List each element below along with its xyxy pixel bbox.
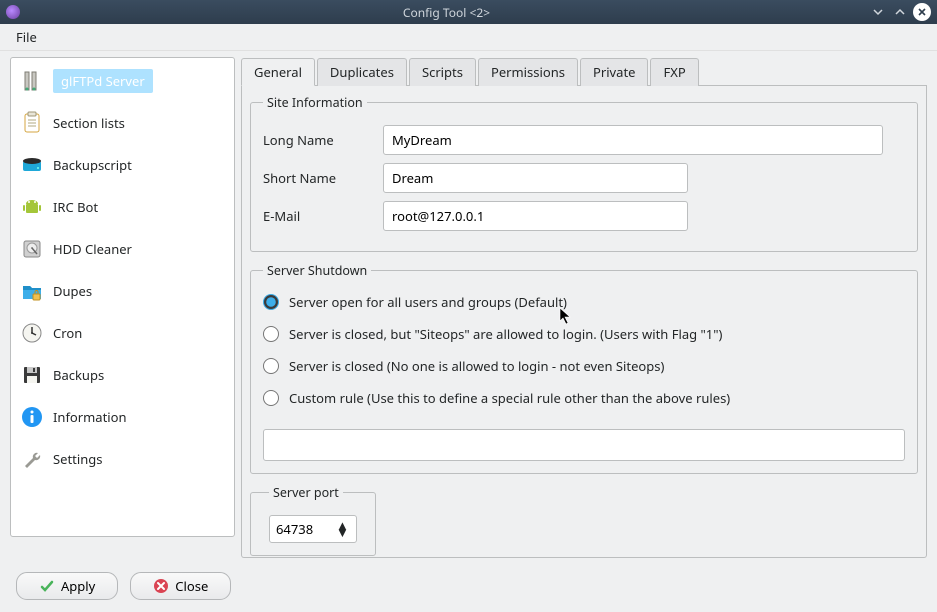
port-input[interactable] [276,520,336,538]
sidebar: glFTPd Server Section lists Backupscript… [10,57,235,537]
sidebar-item-label: Section lists [53,114,125,132]
clock-icon [19,320,45,346]
apply-button[interactable]: Apply [16,572,118,600]
app-icon [6,5,20,19]
sidebar-item-label: Backups [53,366,104,384]
content-area: General Duplicates Scripts Permissions P… [241,57,927,558]
sidebar-item-dupes[interactable]: Dupes [15,274,230,308]
sidebar-item-label: IRC Bot [53,198,98,216]
sidebar-item-cron[interactable]: Cron [15,316,230,350]
menu-file[interactable]: File [10,26,43,48]
close-button[interactable]: Close [130,572,231,600]
titlebar: Config Tool <2> [0,0,937,24]
spin-arrows-icon[interactable]: ▲▼ [336,522,349,536]
shutdown-option-label: Server is closed (No one is allowed to l… [289,357,664,375]
custom-rule-input[interactable] [263,429,905,461]
sidebar-item-backupscript[interactable]: Backupscript [15,148,230,182]
short-name-input[interactable] [383,163,688,193]
server-icon [19,68,45,94]
close-label: Close [175,577,208,595]
shutdown-option-label: Custom rule (Use this to define a specia… [289,389,730,407]
tab-bar: General Duplicates Scripts Permissions P… [241,57,927,86]
check-icon [39,578,55,594]
sidebar-item-label: Backupscript [53,156,132,174]
long-name-label: Long Name [263,131,383,149]
site-information-group: Site Information Long Name Short Name E-… [250,94,918,252]
server-port-group: Server port ▲▼ [250,484,376,556]
window-title: Config Tool <2> [28,4,865,21]
folder-lock-icon [19,278,45,304]
sidebar-item-information[interactable]: Information [15,400,230,434]
sidebar-item-label: HDD Cleaner [53,240,132,258]
sidebar-item-label: glFTPd Server [53,69,153,93]
shutdown-legend: Server Shutdown [263,262,371,279]
clipboard-icon [19,110,45,136]
close-window-button[interactable] [913,3,931,21]
android-icon [19,194,45,220]
port-spinbox[interactable]: ▲▼ [269,515,357,543]
floppy-icon [19,362,45,388]
shutdown-option-label: Server open for all users and groups (De… [289,293,567,311]
server-shutdown-group: Server Shutdown Server open for all user… [250,262,918,474]
sidebar-item-section-lists[interactable]: Section lists [15,106,230,140]
long-name-input[interactable] [383,125,883,155]
site-info-legend: Site Information [263,94,367,111]
minimize-button[interactable] [869,3,887,21]
shutdown-option-label: Server is closed, but "Siteops" are allo… [289,325,722,343]
sidebar-item-hdd-cleaner[interactable]: HDD Cleaner [15,232,230,266]
tab-private[interactable]: Private [580,58,649,86]
email-input[interactable] [383,201,688,231]
drive-icon [19,152,45,178]
sidebar-item-irc-bot[interactable]: IRC Bot [15,190,230,224]
short-name-label: Short Name [263,169,383,187]
maximize-button[interactable] [891,3,909,21]
tab-fxp[interactable]: FXP [650,58,698,86]
sidebar-item-glftpd-server[interactable]: glFTPd Server [15,64,230,98]
form-area: Site Information Long Name Short Name E-… [241,86,927,558]
menubar: File [0,24,937,51]
email-label: E-Mail [263,207,383,225]
button-bar: Apply Close [0,564,937,612]
sidebar-item-label: Dupes [53,282,92,300]
shutdown-radio-closed[interactable] [263,358,279,374]
sidebar-item-label: Cron [53,324,82,342]
tab-scripts[interactable]: Scripts [409,58,476,86]
port-legend: Server port [269,484,343,501]
tab-general[interactable]: General [241,58,315,86]
sidebar-item-label: Settings [53,450,102,468]
close-icon [153,578,169,594]
sidebar-item-label: Information [53,408,127,426]
shutdown-radio-siteops[interactable] [263,326,279,342]
hdd-icon [19,236,45,262]
wrench-icon [19,446,45,472]
tab-duplicates[interactable]: Duplicates [317,58,407,86]
shutdown-radio-custom[interactable] [263,390,279,406]
sidebar-item-settings[interactable]: Settings [15,442,230,476]
apply-label: Apply [61,577,95,595]
shutdown-radio-open[interactable] [263,294,279,310]
info-icon [19,404,45,430]
sidebar-item-backups[interactable]: Backups [15,358,230,392]
tab-permissions[interactable]: Permissions [478,58,578,86]
